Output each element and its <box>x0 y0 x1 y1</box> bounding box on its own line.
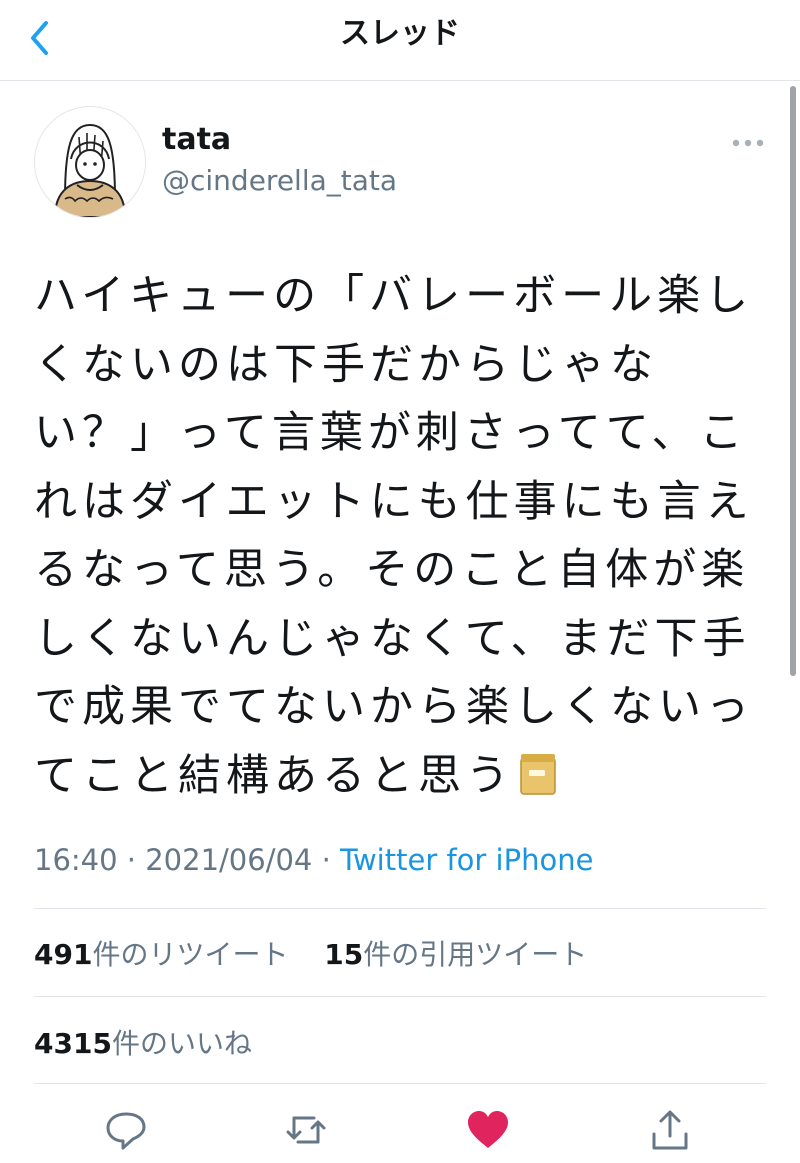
author-name[interactable]: tata <box>162 122 231 157</box>
share-button[interactable] <box>648 1108 692 1152</box>
retweets-label: 件のリツイート <box>92 938 289 971</box>
divider <box>34 908 766 909</box>
avatar[interactable] <box>34 106 146 218</box>
tweet-date: 2021/06/04 <box>145 843 313 877</box>
like-button[interactable] <box>466 1108 510 1152</box>
top-bar: スレッド <box>0 0 800 81</box>
meta-separator: · <box>126 843 137 877</box>
tweet-source-link[interactable]: Twitter for iPhone <box>340 843 593 877</box>
retweet-icon <box>286 1116 326 1144</box>
avatar-illustration <box>53 123 127 217</box>
quotes-label: 件の引用ツイート <box>363 938 588 971</box>
meta-separator: · <box>321 843 331 877</box>
heart-icon <box>468 1111 508 1148</box>
engagement-stats: 491件のリツイート 15件の引用ツイート <box>34 933 587 973</box>
tweet-text: ハイキューの「バレーボール楽しくないのは下手だからじゃない？」って言葉が刺さって… <box>34 262 769 810</box>
likes-stat[interactable]: 4315件のいいね <box>34 1022 252 1062</box>
divider <box>34 996 766 997</box>
retweets-stat[interactable]: 491件のリツイート <box>34 938 288 971</box>
tweet-time: 16:40 <box>34 843 118 877</box>
more-dots-icon <box>732 139 764 147</box>
author-handle[interactable]: @cinderella_tata <box>162 164 397 197</box>
reply-button[interactable] <box>104 1108 148 1152</box>
retweets-count: 491 <box>34 938 93 971</box>
more-options-button[interactable] <box>728 134 768 152</box>
folder-icon <box>518 748 558 795</box>
page-title: スレッド <box>340 16 460 51</box>
quotes-count: 15 <box>324 938 364 971</box>
reply-icon <box>106 1112 146 1150</box>
likes-count: 4315 <box>34 1027 112 1060</box>
scrollbar[interactable] <box>790 86 796 676</box>
quotes-stat[interactable]: 15件の引用ツイート <box>324 938 587 971</box>
likes-label: 件のいいね <box>111 1027 252 1060</box>
retweet-button[interactable] <box>284 1108 328 1152</box>
tweet-body: ハイキューの「バレーボール楽しくないのは下手だからじゃない？」って言葉が刺さって… <box>34 271 754 801</box>
tweet-meta: 16:40 · 2021/06/04 · Twitter for iPhone <box>34 843 593 877</box>
divider <box>34 1083 766 1084</box>
share-icon <box>652 1110 688 1150</box>
